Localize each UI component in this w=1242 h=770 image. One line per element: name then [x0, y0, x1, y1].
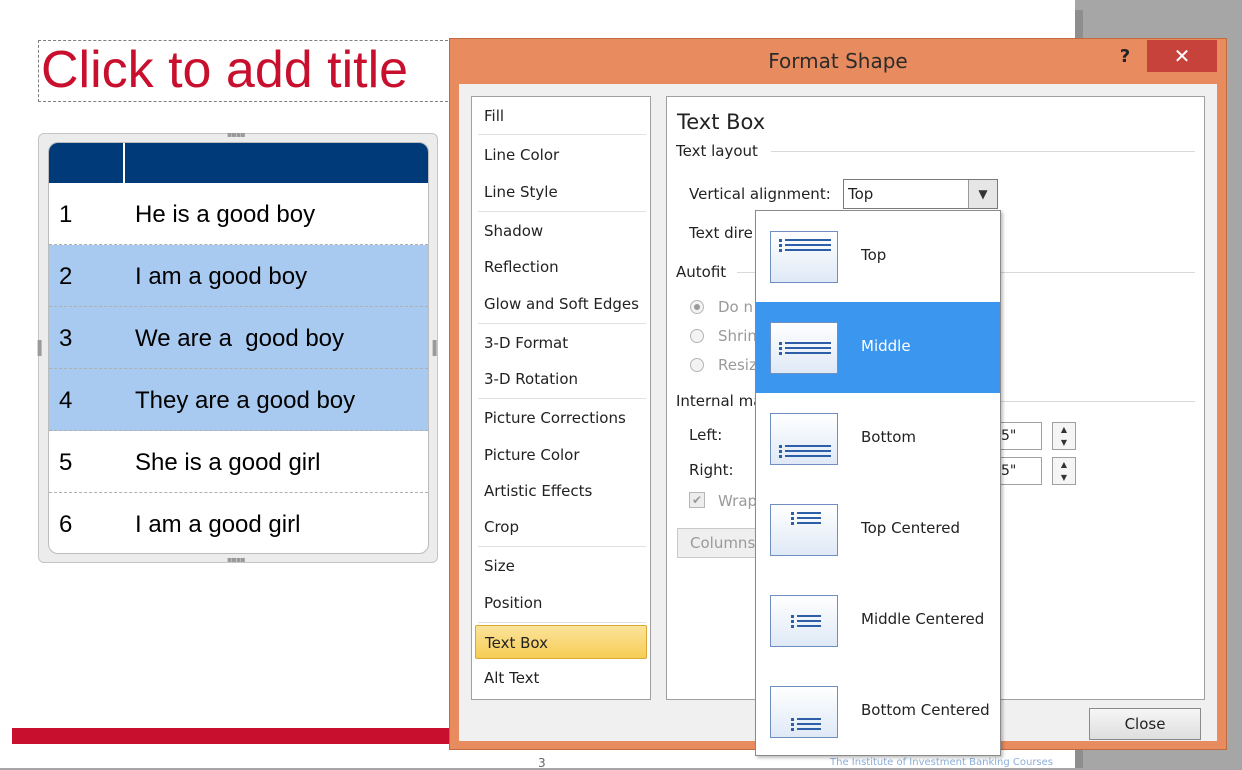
wrap-text-checkbox[interactable]: ✔ [689, 492, 705, 508]
resize-handle-right[interactable]: ▪ ▪ ▪ ▪ [432, 338, 438, 358]
chevron-down-icon[interactable]: ▼ [968, 180, 997, 208]
autofit-option-label: Resiz [718, 356, 757, 374]
option-label: Top Centered [861, 519, 960, 537]
row-text: We are a good boy [135, 325, 345, 352]
nav-separator [478, 323, 646, 324]
nav-item-position[interactable]: Position [475, 586, 647, 620]
option-label: Bottom [861, 428, 917, 446]
table-row[interactable]: 5 She is a good girl [49, 431, 428, 493]
nav-item-3d-format[interactable]: 3-D Format [475, 326, 647, 360]
autofit-shrink-radio[interactable] [690, 329, 704, 343]
nav-separator [478, 211, 646, 212]
row-text: He is a good boy [135, 201, 316, 228]
separator [771, 151, 1195, 152]
row-number: 2 [59, 263, 73, 290]
left-margin-stepper[interactable]: ▲ ▼ [1052, 422, 1076, 450]
nav-item-line-style[interactable]: Line Style [475, 175, 647, 209]
nav-item-size[interactable]: Size [475, 549, 647, 583]
table-row[interactable]: 6 I am a good girl [49, 493, 428, 553]
right-margin-label: Right: [689, 461, 734, 479]
vertical-alignment-select[interactable]: Top ▼ [843, 179, 998, 209]
dropdown-option-middle[interactable]: Middle [756, 302, 1000, 393]
internal-margin-label: Internal ma [676, 392, 763, 410]
autofit-label: Autofit [676, 263, 727, 281]
table-row[interactable]: 1 He is a good boy [49, 183, 428, 245]
align-top-centered-icon [770, 504, 838, 556]
table-row[interactable]: 3 We are a good boy [49, 307, 428, 369]
title-placeholder[interactable]: Click to add title [38, 40, 458, 102]
row-text: She is a good girl [135, 449, 321, 476]
align-middle-icon [770, 322, 838, 374]
row-number: 6 [59, 511, 73, 538]
nav-item-crop[interactable]: Crop [475, 510, 647, 544]
nav-item-picture-corrections[interactable]: Picture Corrections [475, 401, 647, 435]
dropdown-option-bottom-centered[interactable]: Bottom Centered [756, 666, 1000, 757]
nav-item-line-color[interactable]: Line Color [475, 138, 647, 172]
data-table[interactable]: 1 He is a good boy 2 I am a good boy 3 W… [48, 142, 429, 554]
nav-item-reflection[interactable]: Reflection [475, 250, 647, 284]
section-heading: Text Box [677, 110, 766, 134]
nav-item-picture-color[interactable]: Picture Color [475, 438, 647, 472]
align-top-icon [770, 231, 838, 283]
table-row[interactable]: 4 They are a good boy [49, 369, 428, 431]
title-placeholder-text: Click to add title [41, 41, 409, 99]
nav-item-3d-rotation[interactable]: 3-D Rotation [475, 362, 647, 396]
nav-item-glow[interactable]: Glow and Soft Edges [475, 287, 647, 321]
autofit-option-label: Do n [718, 298, 754, 316]
dropdown-option-middle-centered[interactable]: Middle Centered [756, 575, 1000, 666]
left-margin-input[interactable]: 5" [998, 422, 1042, 450]
vertical-alignment-dropdown: Top Middle Bottom Top Centered Middle Ce… [755, 210, 1001, 756]
resize-handle-bottom[interactable]: ▪▪▪▪ [227, 556, 246, 564]
row-number: 5 [59, 449, 73, 476]
text-direction-label: Text dire [689, 224, 753, 242]
option-label: Bottom Centered [861, 701, 990, 719]
table-header-row [49, 143, 428, 183]
nav-item-alt-text[interactable]: Alt Text [475, 661, 647, 695]
autofit-resize-radio[interactable] [690, 358, 704, 372]
table-row[interactable]: 2 I am a good boy [49, 245, 428, 307]
category-list: Fill Line Color Line Style Shadow Reflec… [471, 96, 651, 700]
right-margin-input[interactable]: 5" [998, 457, 1042, 485]
nav-item-artistic-effects[interactable]: Artistic Effects [475, 474, 647, 508]
align-bottom-centered-icon [770, 686, 838, 738]
row-text: I am a good girl [135, 511, 301, 538]
close-icon[interactable]: ✕ [1147, 40, 1217, 72]
nav-separator [478, 398, 646, 399]
footer-text: The Institute of Investment Banking Cour… [830, 757, 1054, 768]
resize-handle-left[interactable]: ▪ ▪ ▪ ▪ [37, 338, 43, 358]
option-label: Middle Centered [861, 610, 985, 628]
dropdown-option-top-centered[interactable]: Top Centered [756, 484, 1000, 575]
row-text: They are a good boy [135, 387, 356, 414]
nav-separator [478, 622, 646, 623]
autofit-do-not-radio[interactable] [690, 300, 704, 314]
nav-item-text-box[interactable]: Text Box [475, 625, 647, 659]
align-bottom-icon [770, 413, 838, 465]
dropdown-option-top[interactable]: Top [756, 211, 1000, 302]
row-number: 1 [59, 201, 73, 228]
autofit-option-label: Shrin [718, 327, 757, 345]
columns-button[interactable]: Columns [677, 528, 767, 558]
right-margin-stepper[interactable]: ▲ ▼ [1052, 457, 1076, 485]
close-button[interactable]: Close [1089, 708, 1201, 740]
help-button[interactable]: ? [1110, 43, 1140, 71]
text-layout-label: Text layout [676, 142, 758, 160]
vertical-alignment-label: Vertical alignment: [689, 185, 831, 203]
option-label: Top [861, 246, 887, 264]
nav-separator [478, 134, 646, 135]
dropdown-option-bottom[interactable]: Bottom [756, 393, 1000, 484]
nav-item-fill[interactable]: Fill [475, 99, 647, 133]
option-label: Middle [861, 337, 911, 355]
nav-separator [478, 546, 646, 547]
vertical-alignment-value: Top [848, 185, 874, 203]
align-middle-centered-icon [770, 595, 838, 647]
row-number: 4 [59, 387, 73, 414]
nav-item-shadow[interactable]: Shadow [475, 214, 647, 248]
footer-bar [12, 728, 452, 744]
left-margin-label: Left: [689, 426, 723, 444]
row-text: I am a good boy [135, 263, 308, 290]
resize-handle-top[interactable]: ▪▪▪▪ [227, 131, 246, 139]
wrap-text-label: Wrap [718, 492, 758, 510]
row-number: 3 [59, 325, 73, 352]
